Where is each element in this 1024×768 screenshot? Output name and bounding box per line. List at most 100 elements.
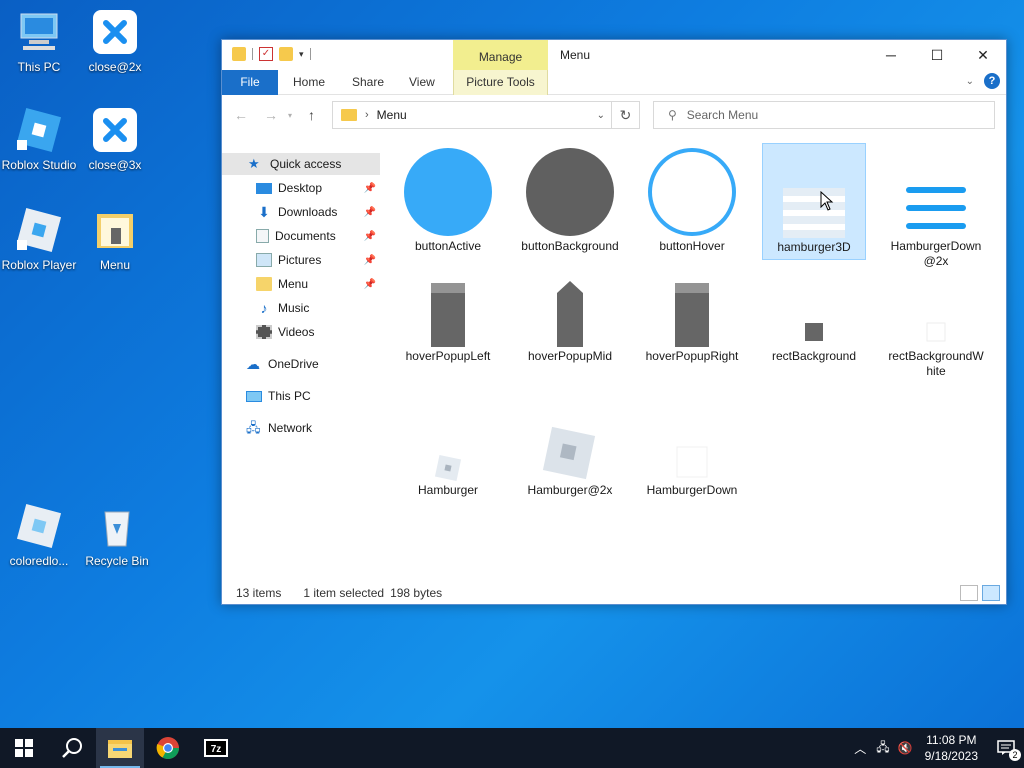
desktop-icon-this-pc[interactable]: This PC bbox=[0, 8, 78, 74]
manage-tab[interactable]: Manage bbox=[453, 40, 548, 71]
pin-icon[interactable]: 📌 bbox=[364, 183, 376, 194]
close-button[interactable]: ✕ bbox=[960, 40, 1006, 70]
file-item-hamburgerdown[interactable]: HamburgerDown bbox=[640, 407, 744, 502]
file-name: HamburgerDown bbox=[646, 483, 738, 497]
nav-item-downloads[interactable]: ⬇ Downloads 📌 bbox=[222, 201, 380, 223]
search-button[interactable] bbox=[48, 728, 96, 768]
image-thumbnail bbox=[403, 147, 493, 237]
desktop-icon-menu-folder[interactable]: Menu bbox=[76, 206, 154, 272]
address-path[interactable]: Menu bbox=[377, 108, 407, 122]
tab-file[interactable]: File bbox=[222, 70, 278, 95]
properties-icon[interactable]: ✓ bbox=[259, 47, 273, 61]
taskbar: 7z ︿ 🖧 🔇 11:08 PM 9/18/2023 2 bbox=[0, 728, 1024, 768]
pin-icon[interactable]: 📌 bbox=[364, 255, 376, 266]
file-item-hamburger-2x[interactable]: Hamburger@2x bbox=[518, 407, 622, 502]
music-icon: ♪ bbox=[260, 300, 268, 316]
taskbar-file-explorer[interactable] bbox=[96, 728, 144, 768]
videos-icon bbox=[256, 325, 272, 339]
selection-count: 1 item selected bbox=[303, 586, 385, 600]
desktop-icon-label: Menu bbox=[99, 258, 131, 272]
nav-item-onedrive[interactable]: ☁ OneDrive bbox=[222, 353, 380, 375]
star-icon: ★ bbox=[248, 156, 260, 171]
file-name: hamburger3D bbox=[777, 240, 851, 254]
desktop-icon-close3x[interactable]: close@3x bbox=[76, 106, 154, 172]
new-folder-icon[interactable] bbox=[279, 47, 293, 61]
customize-toolbar-icon[interactable]: ▾ bbox=[299, 49, 304, 60]
search-input[interactable]: ⚲ Search Menu bbox=[653, 101, 995, 129]
nav-item-pictures[interactable]: Pictures 📌 bbox=[222, 249, 380, 271]
nav-item-desktop[interactable]: Desktop 📌 bbox=[222, 177, 380, 199]
network-status-icon[interactable]: 🖧 bbox=[876, 738, 889, 759]
desktop-icon-roblox-player[interactable]: Roblox Player bbox=[0, 206, 78, 272]
nav-item-documents[interactable]: Documents 📌 bbox=[222, 225, 380, 247]
nav-item-this-pc[interactable]: This PC bbox=[222, 385, 380, 407]
documents-icon bbox=[256, 229, 269, 243]
file-explorer-window[interactable]: ✓ ▾ Manage Menu ─ ☐ ✕ File Home Share Vi… bbox=[221, 39, 1007, 605]
desktop-icon-recycle-bin[interactable]: Recycle Bin bbox=[78, 502, 156, 568]
nav-item-label: Quick access bbox=[270, 157, 342, 171]
recent-locations-icon[interactable]: ▾ bbox=[288, 111, 292, 120]
address-bar[interactable]: › Menu ⌄ bbox=[332, 101, 612, 129]
help-icon[interactable]: ? bbox=[984, 73, 1000, 89]
nav-item-music[interactable]: ♪ Music bbox=[222, 297, 380, 319]
divider bbox=[252, 48, 253, 60]
volume-muted-icon[interactable]: 🔇 bbox=[898, 741, 913, 755]
chevron-down-icon[interactable]: ⌄ bbox=[597, 110, 605, 121]
tab-share[interactable]: Share bbox=[352, 70, 384, 95]
desktop-icon-roblox-studio[interactable]: Roblox Studio bbox=[0, 106, 78, 172]
pin-icon[interactable]: 📌 bbox=[364, 207, 376, 218]
title-bar[interactable]: ✓ ▾ Manage Menu ─ ☐ ✕ bbox=[222, 40, 1006, 71]
file-item-button-active[interactable]: buttonActive bbox=[396, 143, 500, 258]
chevron-right-icon[interactable]: › bbox=[365, 109, 369, 121]
desktop-icon-coloredlogo[interactable]: coloredlo... bbox=[0, 502, 78, 568]
ribbon-right-controls: ⌄ ? bbox=[966, 73, 1000, 89]
tab-picture-tools[interactable]: Picture Tools bbox=[453, 70, 548, 95]
start-button[interactable] bbox=[0, 728, 48, 768]
file-item-hover-popup-mid[interactable]: hoverPopupMid bbox=[518, 275, 622, 368]
file-name: rectBackgroundWhite bbox=[888, 349, 984, 378]
nav-item-menu[interactable]: Menu 📌 bbox=[222, 273, 380, 295]
folder-icon bbox=[91, 206, 139, 254]
refresh-button[interactable]: ↻ bbox=[612, 101, 640, 129]
pin-icon[interactable]: 📌 bbox=[364, 279, 376, 290]
mouse-cursor-icon bbox=[820, 191, 834, 211]
tab-home[interactable]: Home bbox=[293, 70, 325, 95]
file-name: rectBackground bbox=[771, 349, 857, 363]
back-arrow-icon[interactable]: ← bbox=[234, 107, 248, 123]
network-icon: 🖧 bbox=[246, 420, 261, 435]
minimize-button[interactable]: ─ bbox=[868, 40, 914, 70]
desktop-icon-close2x[interactable]: close@2x bbox=[76, 8, 154, 74]
taskbar-chrome[interactable] bbox=[144, 728, 192, 768]
svg-text:7z: 7z bbox=[211, 744, 222, 755]
file-name: Hamburger bbox=[417, 483, 479, 497]
tab-view[interactable]: View bbox=[409, 70, 435, 95]
nav-item-videos[interactable]: Videos bbox=[222, 321, 380, 343]
file-item-rect-background[interactable]: rectBackground bbox=[762, 275, 866, 368]
notifications-button[interactable]: 2 bbox=[988, 728, 1024, 768]
nav-item-quick-access[interactable]: ★ Quick access bbox=[222, 153, 380, 175]
details-view-icon[interactable] bbox=[960, 585, 978, 601]
expand-ribbon-icon[interactable]: ⌄ bbox=[966, 76, 974, 87]
up-arrow-icon[interactable]: ↑ bbox=[308, 107, 315, 123]
clock[interactable]: 11:08 PM 9/18/2023 bbox=[925, 732, 978, 764]
view-buttons bbox=[960, 585, 1000, 601]
file-item-button-background[interactable]: buttonBackground bbox=[518, 143, 622, 258]
file-item-hamburger[interactable]: Hamburger bbox=[396, 407, 500, 502]
file-item-hover-popup-right[interactable]: hoverPopupRight bbox=[640, 275, 744, 368]
nav-item-label: Music bbox=[278, 301, 310, 315]
desktop-icon-label: coloredlo... bbox=[9, 554, 69, 568]
file-item-hamburger3d[interactable]: hamburger3D bbox=[762, 143, 866, 260]
file-item-rect-background-white[interactable]: rectBackgroundWhite bbox=[884, 275, 988, 383]
file-item-button-hover[interactable]: buttonHover bbox=[640, 143, 744, 258]
nav-item-network[interactable]: 🖧 Network bbox=[222, 417, 380, 439]
forward-arrow-icon[interactable]: → bbox=[264, 107, 278, 123]
file-item-hover-popup-left[interactable]: hoverPopupLeft bbox=[396, 275, 500, 368]
pin-icon[interactable]: 📌 bbox=[364, 231, 376, 242]
chevron-up-icon[interactable]: ︿ bbox=[854, 740, 866, 757]
large-icons-view-icon[interactable] bbox=[982, 585, 1000, 601]
maximize-button[interactable]: ☐ bbox=[914, 40, 960, 70]
file-item-hamburgerdown-2x[interactable]: HamburgerDown@2x bbox=[884, 143, 988, 273]
nav-item-label: Desktop bbox=[278, 181, 323, 195]
nav-item-label: OneDrive bbox=[268, 357, 319, 371]
taskbar-7zip[interactable]: 7z bbox=[192, 728, 240, 768]
